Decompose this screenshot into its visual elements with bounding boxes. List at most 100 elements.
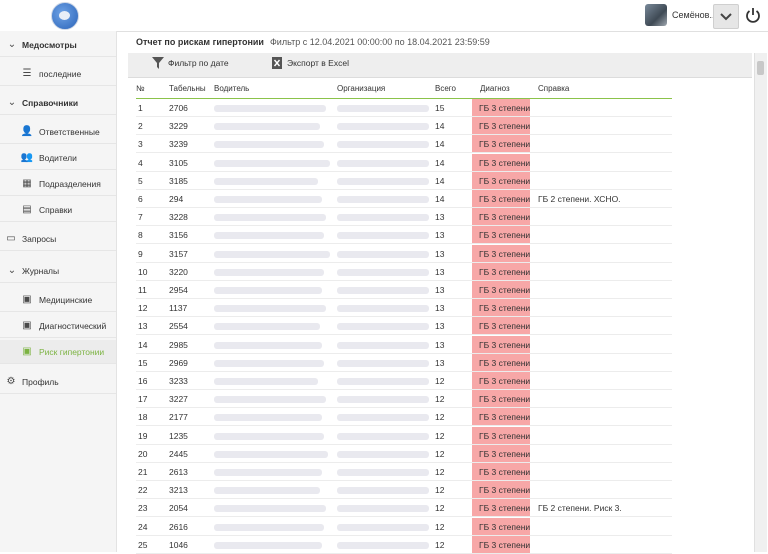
cell-total: 12 xyxy=(435,503,445,514)
user-dropdown-button[interactable] xyxy=(713,4,739,29)
col-driver[interactable]: Водитель xyxy=(214,84,249,93)
chevron-down-icon xyxy=(720,13,732,21)
redacted-driver xyxy=(214,214,326,222)
diagnosis-text: ГБ 3 степени xyxy=(479,303,531,314)
app-logo[interactable] xyxy=(51,2,79,30)
sidebar: ⌄ Медосмотры ☰ последние ⌄ Справочники 👤… xyxy=(0,31,117,552)
sidebar-item-otvetstvennye[interactable]: 👤 Ответственные xyxy=(0,120,116,144)
table-row[interactable]: 18 2177 12 ГБ 3 степени xyxy=(136,408,672,427)
redacted-organization xyxy=(337,196,429,203)
sidebar-item-podrazdeleniya[interactable]: ▦ Подразделения xyxy=(0,172,116,196)
col-spravka[interactable]: Справка xyxy=(538,84,569,93)
cell-total: 14 xyxy=(435,121,445,132)
cell-tabelny: 294 xyxy=(169,194,184,204)
table-row[interactable]: 1 2706 15 ГБ 3 степени xyxy=(136,99,672,117)
sidebar-item-diagnosticheskiy[interactable]: ▣ Диагностический xyxy=(0,314,116,338)
col-total[interactable]: Всего xyxy=(435,84,456,93)
sidebar-item-spravki[interactable]: ▤ Справки xyxy=(0,198,116,222)
diagnosis-text: ГБ 3 степени xyxy=(479,485,531,496)
cell-tabelny: 2985 xyxy=(169,339,188,350)
sidebar-item-poslednie[interactable]: ☰ последние xyxy=(0,62,116,86)
table-row[interactable]: 25 1046 12 ГБ 3 степени xyxy=(136,535,672,554)
redacted-driver xyxy=(214,505,326,513)
table-row[interactable]: 21 2613 12 ГБ 3 степени xyxy=(136,463,672,481)
cell-number: 7 xyxy=(138,212,143,223)
table-row[interactable]: 22 3213 12 ГБ 3 степени xyxy=(136,481,672,500)
table-row[interactable]: 5 3185 14 ГБ 3 степени xyxy=(136,171,672,190)
table-row[interactable]: 12 1137 13 ГБ 3 степени xyxy=(136,299,672,318)
redacted-driver xyxy=(214,378,318,385)
cell-number: 4 xyxy=(138,157,143,168)
redacted-driver xyxy=(214,141,324,149)
col-diagnosis[interactable]: Диагноз xyxy=(480,84,510,93)
export-excel-button[interactable]: Экспорт в Excel xyxy=(271,57,349,69)
diagnosis-cell: ГБ 3 степени xyxy=(472,463,530,480)
redacted-driver xyxy=(214,487,320,495)
table-row[interactable]: 20 2445 12 ГБ 3 степени xyxy=(136,444,672,463)
user-menu[interactable]: Семёнов... xyxy=(645,3,717,27)
cell-total: 13 xyxy=(435,248,445,259)
table-row[interactable]: 15 2969 13 ГБ 3 степени xyxy=(136,353,672,372)
user-name[interactable]: Семёнов... xyxy=(672,10,717,20)
redacted-driver xyxy=(214,469,322,476)
diagnosis-cell: ГБ 3 степени xyxy=(472,353,530,371)
diagnosis-text: ГБ 3 степени xyxy=(479,285,531,295)
sidebar-item-risk-gipertonii[interactable]: ▣ Риск гипертонии xyxy=(0,340,116,364)
power-icon[interactable] xyxy=(745,6,761,24)
col-tabelny[interactable]: Табельны xyxy=(169,84,206,93)
cell-number: 21 xyxy=(138,467,148,477)
sidebar-item-medosmotry[interactable]: ⌄ Медосмотры xyxy=(0,33,116,57)
table-row[interactable]: 10 3220 13 ГБ 3 степени xyxy=(136,262,672,281)
table-row[interactable]: 9 3157 13 ГБ 3 степени xyxy=(136,244,672,263)
cell-number: 13 xyxy=(138,321,148,332)
cell-number: 6 xyxy=(138,194,143,204)
cell-number: 12 xyxy=(138,303,148,314)
table-row[interactable]: 13 2554 13 ГБ 3 степени xyxy=(136,317,672,336)
cell-tabelny: 2554 xyxy=(169,321,188,332)
diagnosis-cell: ГБ 3 степени xyxy=(472,135,531,153)
table-row[interactable]: 6 294 14 ГБ 3 степени ГБ 2 степени. ХСНО. xyxy=(136,190,672,208)
table-row[interactable]: 14 2985 13 ГБ 3 степени xyxy=(136,335,672,354)
sidebar-item-spravochniki[interactable]: ⌄ Справочники xyxy=(0,91,116,115)
diagnosis-text: ГБ 3 степени xyxy=(479,212,531,223)
redacted-driver xyxy=(214,250,330,258)
filter-by-date-button[interactable]: Фильтр по дате xyxy=(152,57,229,69)
col-number[interactable]: № xyxy=(136,84,145,93)
redacted-organization xyxy=(337,268,429,276)
diagnosis-cell: ГБ 3 степени xyxy=(472,317,530,335)
sidebar-item-zhurnaly[interactable]: ⌄ Журналы xyxy=(0,259,116,283)
sidebar-item-meditsinskie[interactable]: ▣ Медицинские xyxy=(0,288,116,312)
scroll-thumb[interactable] xyxy=(757,61,764,75)
avatar[interactable] xyxy=(645,4,667,26)
table-row[interactable]: 3 3239 14 ГБ 3 степени xyxy=(136,135,672,154)
sidebar-item-voditeli[interactable]: 👥 Водители xyxy=(0,146,116,170)
table-row[interactable]: 2 3229 14 ГБ 3 степени xyxy=(136,117,672,136)
redacted-driver xyxy=(214,450,328,458)
table-row[interactable]: 4 3105 14 ГБ 3 степени xyxy=(136,153,672,172)
redacted-organization xyxy=(337,214,429,222)
cell-number: 8 xyxy=(138,230,143,241)
sidebar-item-zaprosy[interactable]: ▭ Запросы xyxy=(0,227,116,251)
table-row[interactable]: 11 2954 13 ГБ 3 степени xyxy=(136,281,672,299)
diagnosis-text: ГБ 3 степени xyxy=(479,503,531,514)
table-row[interactable]: 23 2054 12 ГБ 3 степени ГБ 2 степени. Риск 3… xyxy=(136,499,672,518)
table-row[interactable]: 24 2616 12 ГБ 3 степени xyxy=(136,517,672,536)
table-row[interactable]: 17 3227 12 ГБ 3 степени xyxy=(136,390,672,409)
redacted-organization xyxy=(337,396,429,404)
redacted-driver xyxy=(214,323,320,331)
table-row[interactable]: 7 3228 13 ГБ 3 степени xyxy=(136,208,672,227)
table-row[interactable]: 16 3233 12 ГБ 3 степени xyxy=(136,372,672,390)
table-row[interactable]: 8 3156 13 ГБ 3 степени xyxy=(136,226,672,245)
cell-number: 23 xyxy=(138,503,148,514)
col-organization[interactable]: Организация xyxy=(337,84,385,93)
sidebar-item-profil[interactable]: ⚙ Профиль xyxy=(0,370,116,394)
diagnosis-cell: ГБ 3 степени xyxy=(472,262,531,280)
diagnosis-text: ГБ 3 степени xyxy=(479,266,531,277)
diagnosis-text: ГБ 3 степени xyxy=(479,139,531,150)
diagnosis-text: ГБ 3 степени xyxy=(479,467,531,477)
vertical-scrollbar[interactable] xyxy=(754,53,767,552)
redacted-driver xyxy=(214,123,320,131)
chevron-down-icon: ⌄ xyxy=(7,97,17,108)
table-row[interactable]: 19 1235 12 ГБ 3 степени xyxy=(136,426,672,445)
cell-total: 14 xyxy=(435,194,445,204)
